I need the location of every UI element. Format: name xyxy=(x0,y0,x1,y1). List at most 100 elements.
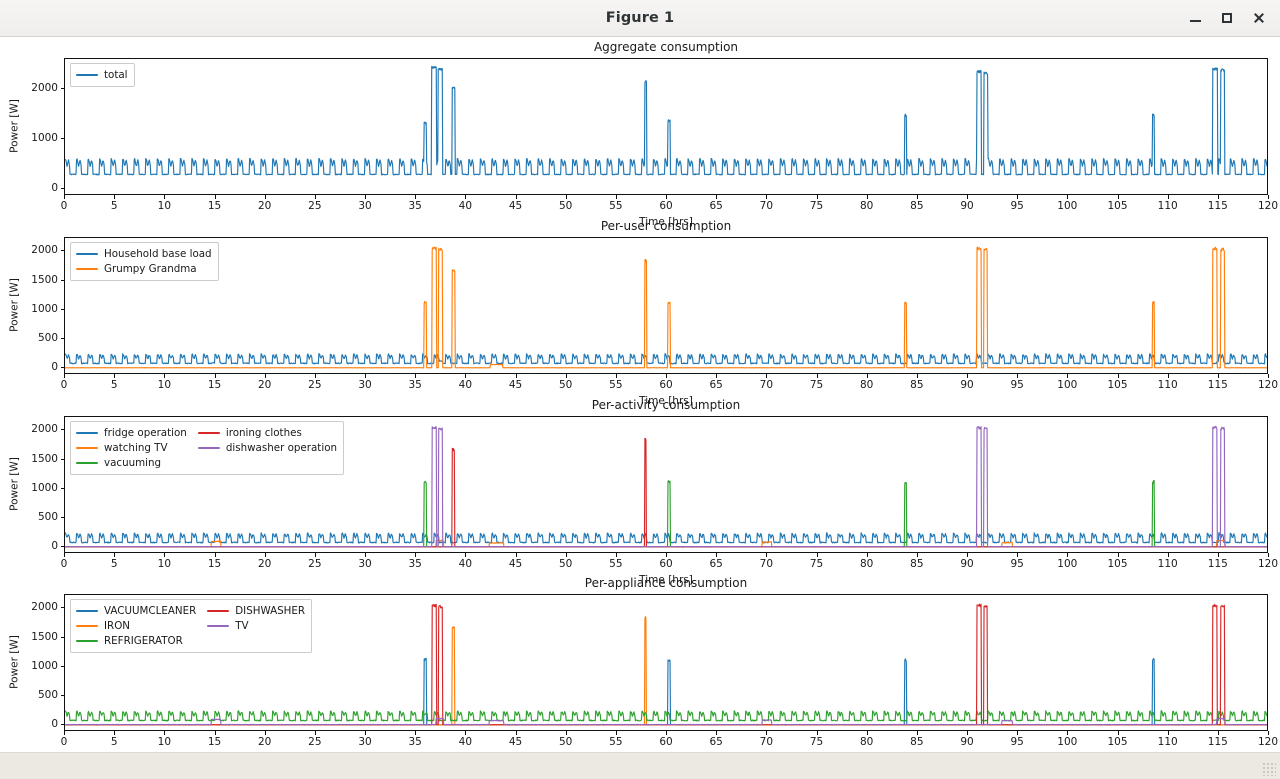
legend-swatch-icon xyxy=(76,462,98,464)
x-tick-mark xyxy=(314,731,316,735)
legend[interactable]: total xyxy=(70,63,135,87)
y-tick-label: 0 xyxy=(51,182,58,195)
x-tick-mark xyxy=(1268,731,1269,735)
x-tick-label: 25 xyxy=(308,379,322,391)
y-tick-label: 0 xyxy=(51,361,58,373)
legend-entry: fridge operation xyxy=(76,426,187,440)
x-tick-mark xyxy=(164,374,166,378)
legend-swatch-icon xyxy=(76,610,98,612)
x-tick-label: 85 xyxy=(910,200,924,212)
x-tick-label: 60 xyxy=(659,736,673,748)
figure-window: Figure 1 Aggregate consumption 0 5 10 15 20 25… xyxy=(0,0,1280,779)
legend-swatch-icon xyxy=(76,268,98,270)
resize-grip[interactable] xyxy=(1262,762,1276,776)
x-tick-mark xyxy=(314,374,316,378)
x-tick-mark xyxy=(1217,374,1219,378)
x-tick-label: 110 xyxy=(1157,379,1178,391)
x-tick-label: 70 xyxy=(759,736,774,748)
x-tick-mark xyxy=(615,731,617,735)
legend-swatch-icon xyxy=(76,74,98,76)
x-tick-label: 40 xyxy=(458,736,473,748)
x-tick-mark xyxy=(114,553,116,557)
plot-area[interactable] xyxy=(64,237,1268,374)
y-tick-label: 2000 xyxy=(31,244,58,257)
x-tick-label: 40 xyxy=(458,200,473,212)
x-tick-label: 55 xyxy=(609,379,623,391)
x-tick-label: 35 xyxy=(408,558,422,570)
x-tick-mark xyxy=(565,195,567,199)
x-tick-mark xyxy=(866,731,868,735)
x-tick-mark xyxy=(565,374,567,378)
legend-label: total xyxy=(104,69,128,81)
x-tick-mark xyxy=(916,731,918,735)
x-tick-label: 10 xyxy=(157,379,172,391)
series-line xyxy=(65,532,1267,544)
x-tick-mark xyxy=(114,374,116,378)
legend-swatch-icon xyxy=(76,432,98,434)
x-tick-mark xyxy=(1067,374,1069,378)
x-tick-mark xyxy=(1217,195,1219,199)
x-tick-label: 45 xyxy=(508,558,523,570)
legend-label: Household base load xyxy=(104,248,212,260)
x-tick-label: 45 xyxy=(508,736,523,748)
x-tick-mark xyxy=(866,553,868,557)
series-line xyxy=(65,353,1267,365)
x-tick-label: 85 xyxy=(910,558,924,570)
x-tick-label: 45 xyxy=(508,200,523,212)
x-tick-label: 110 xyxy=(1157,736,1178,748)
x-tick-label: 50 xyxy=(558,379,573,391)
legend-swatch-icon xyxy=(76,640,98,642)
figure-canvas[interactable]: Aggregate consumption 0 5 10 15 20 25 30 35 40 45 5… xyxy=(0,37,1280,752)
x-tick-label: 95 xyxy=(1010,736,1024,748)
legend-label: watching TV xyxy=(104,442,168,454)
x-tick-label: 65 xyxy=(709,379,723,391)
close-icon xyxy=(1253,12,1265,24)
x-tick-mark xyxy=(766,731,768,735)
x-tick-mark xyxy=(214,553,216,557)
x-tick-label: 90 xyxy=(960,736,974,748)
legend-label: ironing clothes xyxy=(225,427,302,439)
x-tick-label: 90 xyxy=(960,379,974,391)
x-tick-mark xyxy=(615,553,617,557)
x-tick-mark xyxy=(1117,553,1119,557)
x-tick-mark xyxy=(114,731,116,735)
x-tick-mark xyxy=(214,195,216,199)
x-tick-mark xyxy=(64,553,65,557)
y-tick-label: 2000 xyxy=(31,423,58,436)
legend[interactable]: fridge operation watching TV vacuuming iron… xyxy=(70,421,345,475)
x-tick-mark xyxy=(415,731,417,735)
x-tick-mark xyxy=(967,374,968,378)
minimize-button[interactable] xyxy=(1180,3,1210,33)
x-tick-label: 105 xyxy=(1107,200,1128,212)
series-line xyxy=(65,246,1267,369)
x-tick-mark xyxy=(816,731,818,735)
x-tick-mark xyxy=(415,553,417,557)
legend-entry: IRON xyxy=(76,619,196,633)
x-tick-label: 15 xyxy=(207,736,222,748)
x-tick-mark xyxy=(465,374,467,378)
x-tick-label: 115 xyxy=(1207,379,1228,391)
x-tick-label: 60 xyxy=(659,558,673,570)
maximize-button[interactable] xyxy=(1212,3,1242,33)
series-canvas xyxy=(65,246,1267,369)
legend-entry: REFRIGERATOR xyxy=(76,634,196,648)
x-tick-label: 55 xyxy=(609,558,623,570)
x-tick-mark xyxy=(264,731,266,735)
x-tick-mark xyxy=(816,553,818,557)
x-tick-mark xyxy=(64,731,65,735)
x-tick-label: 20 xyxy=(257,736,272,748)
legend-label: IRON xyxy=(104,620,130,632)
x-tick-label: 30 xyxy=(358,200,372,212)
series-line xyxy=(65,710,1267,722)
plot-area[interactable] xyxy=(64,58,1268,195)
legend[interactable]: Household base load Grumpy Grandma xyxy=(70,242,219,281)
x-tick-label: 40 xyxy=(458,379,473,391)
legend[interactable]: VACUUMCLEANER IRON REFRIGERATOR DISHWASHER T… xyxy=(70,599,313,653)
x-tick-mark xyxy=(1217,553,1219,557)
title-bar[interactable]: Figure 1 xyxy=(0,0,1280,37)
x-tick-mark xyxy=(967,195,968,199)
close-button[interactable] xyxy=(1244,3,1274,33)
subplot-title: Per-appliance consumption xyxy=(584,576,748,590)
legend-label: fridge operation xyxy=(104,427,187,439)
x-tick-mark xyxy=(515,374,517,378)
